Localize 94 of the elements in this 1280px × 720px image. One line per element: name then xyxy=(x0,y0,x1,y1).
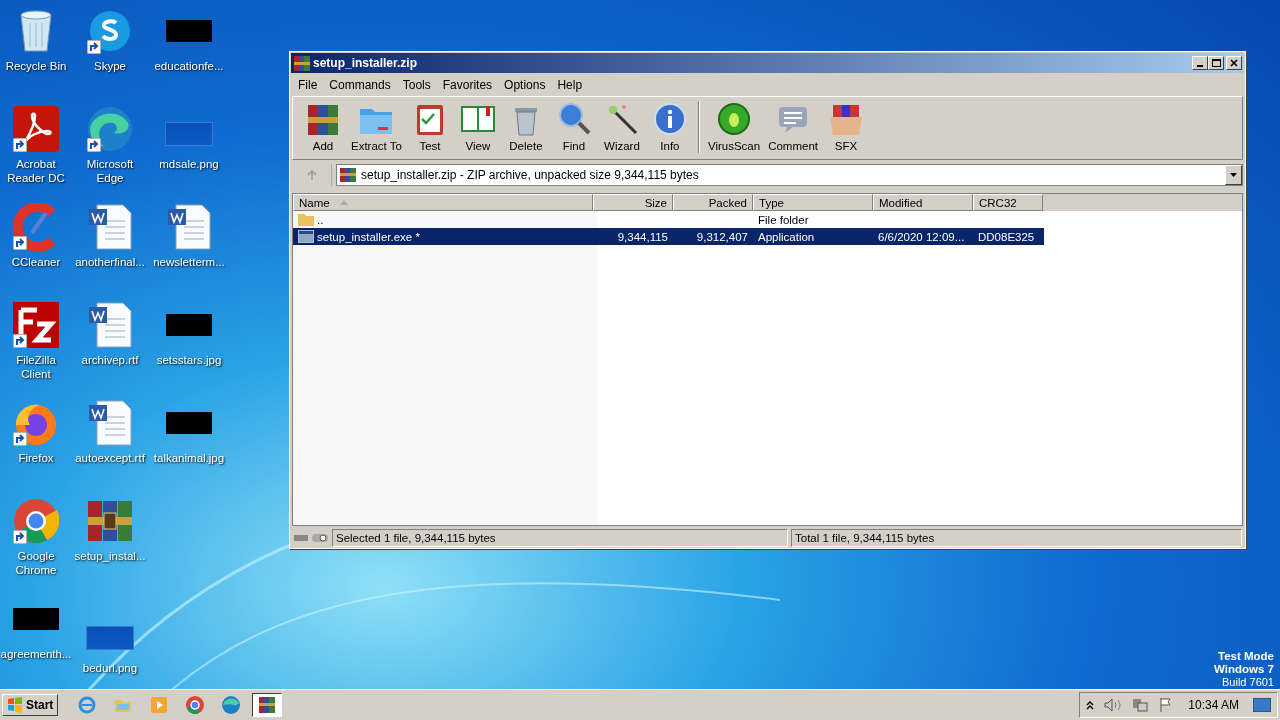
toolbar-button[interactable]: VirusScan xyxy=(703,101,765,152)
application-icon xyxy=(298,230,314,243)
clock[interactable]: 10:34 AM xyxy=(1188,698,1239,712)
redacted-thumbnail[interactable] xyxy=(166,314,212,336)
menu-item[interactable]: Help xyxy=(551,78,589,92)
toolbar-button[interactable]: Find xyxy=(549,101,598,152)
table-cell: 9,312,407 xyxy=(696,230,748,243)
close-button[interactable] xyxy=(1226,56,1242,70)
toolbar-button[interactable]: Delete xyxy=(501,101,550,152)
up-arrow-icon xyxy=(305,169,318,181)
window-title: setup_installer.zip xyxy=(313,56,419,70)
skype-icon[interactable] xyxy=(88,9,132,53)
table-cell: Application xyxy=(758,230,815,243)
word-document-icon[interactable] xyxy=(87,203,133,251)
chrome-icon[interactable] xyxy=(13,498,59,544)
menu-item[interactable]: Commands xyxy=(323,78,397,92)
desktop-icon-label[interactable]: Skype xyxy=(94,59,126,73)
word-document-icon[interactable] xyxy=(87,399,133,447)
menu-item[interactable]: Favorites xyxy=(436,78,499,92)
column-header[interactable]: Name xyxy=(293,194,593,211)
edge-icon[interactable] xyxy=(86,105,134,153)
column-header[interactable]: CRC32 xyxy=(973,194,1043,211)
chrome-icon xyxy=(185,695,206,715)
toolbar-button[interactable]: View xyxy=(453,101,502,152)
drive-icon xyxy=(293,532,329,544)
internet-explorer-icon xyxy=(77,695,98,715)
build-text: Build 7601 xyxy=(1222,676,1274,689)
dropdown-button[interactable] xyxy=(1225,165,1242,185)
sort-arrow-icon xyxy=(339,200,348,205)
filezilla-icon[interactable] xyxy=(13,302,59,348)
table-cell: File folder xyxy=(758,213,809,226)
word-document-icon[interactable] xyxy=(87,301,133,349)
toolbar-button[interactable]: Wizard xyxy=(597,101,646,152)
desktop-icon-label[interactable]: Acrobat Reader DC xyxy=(0,157,72,185)
menu-item[interactable]: Tools xyxy=(396,78,437,92)
speaker-icon[interactable] xyxy=(1104,698,1123,712)
table-cell: DD08E325 xyxy=(978,230,1035,243)
taskbar-button[interactable] xyxy=(252,693,283,717)
column-header[interactable]: Packed xyxy=(673,194,753,211)
word-document-icon[interactable] xyxy=(166,203,212,251)
column-header[interactable]: Size xyxy=(593,194,673,211)
desktop-icon-label[interactable]: anotherfinal... xyxy=(75,255,145,269)
table-cell: setup_installer.exe * xyxy=(317,230,420,243)
edge-icon xyxy=(221,695,242,715)
close-icon xyxy=(1230,59,1238,67)
toolbar-button[interactable]: Comment xyxy=(764,101,822,152)
table-cell: 9,344,115 xyxy=(617,230,668,243)
status-text: Total 1 file, 9,344,115 bytes xyxy=(791,529,1242,547)
bug-scan-icon xyxy=(716,101,753,137)
file-row[interactable]: .. File folder xyxy=(293,211,1044,228)
column-header[interactable]: Modified xyxy=(873,194,973,211)
network-icon[interactable] xyxy=(1132,697,1149,713)
acrobat-icon[interactable] xyxy=(13,106,59,152)
desktop-icon-label[interactable]: Recycle Bin xyxy=(5,59,67,73)
test-mode-text: Test Mode xyxy=(1218,650,1274,663)
media-player-icon xyxy=(149,695,170,715)
image-thumbnail[interactable] xyxy=(86,626,134,650)
table-cell: 6/6/2020 12:09... xyxy=(878,230,965,243)
toolbar-button[interactable]: SFX xyxy=(822,101,870,152)
toolbar-button[interactable]: Test xyxy=(405,101,454,152)
archive-books-icon[interactable] xyxy=(86,499,134,543)
address-field[interactable]: setup_installer.zip - ZIP archive, unpacked size 9,344,115 bytes xyxy=(336,164,1243,186)
windows-logo-icon xyxy=(7,697,23,713)
maximize-icon xyxy=(1211,59,1221,67)
file-row[interactable]: setup_installer.exe * 9,344,115 9,312,407 Application 6/6/2020 12:09... DD08E325 xyxy=(293,228,1044,245)
desktop-icon-label[interactable]: educationfe... xyxy=(154,59,224,73)
archive-books-icon xyxy=(257,695,278,715)
minimize-button[interactable] xyxy=(1192,56,1208,70)
desktop-icon-label[interactable]: Microsoft Edge xyxy=(72,157,148,185)
maximize-button[interactable] xyxy=(1208,56,1224,70)
archive-books-icon xyxy=(340,168,356,182)
redacted-thumbnail[interactable] xyxy=(166,20,212,42)
table-cell: .. xyxy=(317,213,324,226)
redacted-thumbnail[interactable] xyxy=(13,608,59,630)
caret-icon xyxy=(1230,173,1237,177)
desktop-icon-label[interactable]: CCleaner xyxy=(11,255,61,269)
status-text: Selected 1 file, 9,344,115 bytes xyxy=(332,529,788,547)
menu-item[interactable]: Options xyxy=(498,78,552,92)
column-header[interactable]: Type xyxy=(753,194,873,211)
archive-books-icon xyxy=(294,55,310,71)
desktop-icon-label[interactable]: FileZilla Client xyxy=(0,353,72,381)
toolbar-button[interactable]: Extract To xyxy=(347,101,406,152)
test-mode-text: Windows 7 xyxy=(1214,663,1274,676)
redacted-thumbnail[interactable] xyxy=(166,412,212,434)
info-icon xyxy=(651,101,688,137)
desktop-icon-label[interactable]: newsletterm... xyxy=(153,255,225,269)
toolbar-button[interactable]: Info xyxy=(645,101,694,152)
toolbar-button[interactable]: Add xyxy=(299,101,347,152)
start-button[interactable]: Start xyxy=(2,694,59,716)
chevron-up-icon[interactable] xyxy=(1086,700,1095,710)
desktop-icon-label[interactable]: mdsale.png xyxy=(159,157,219,171)
image-thumbnail[interactable] xyxy=(165,122,213,146)
menu-item[interactable]: File xyxy=(292,78,324,92)
folder-icon xyxy=(298,213,314,226)
